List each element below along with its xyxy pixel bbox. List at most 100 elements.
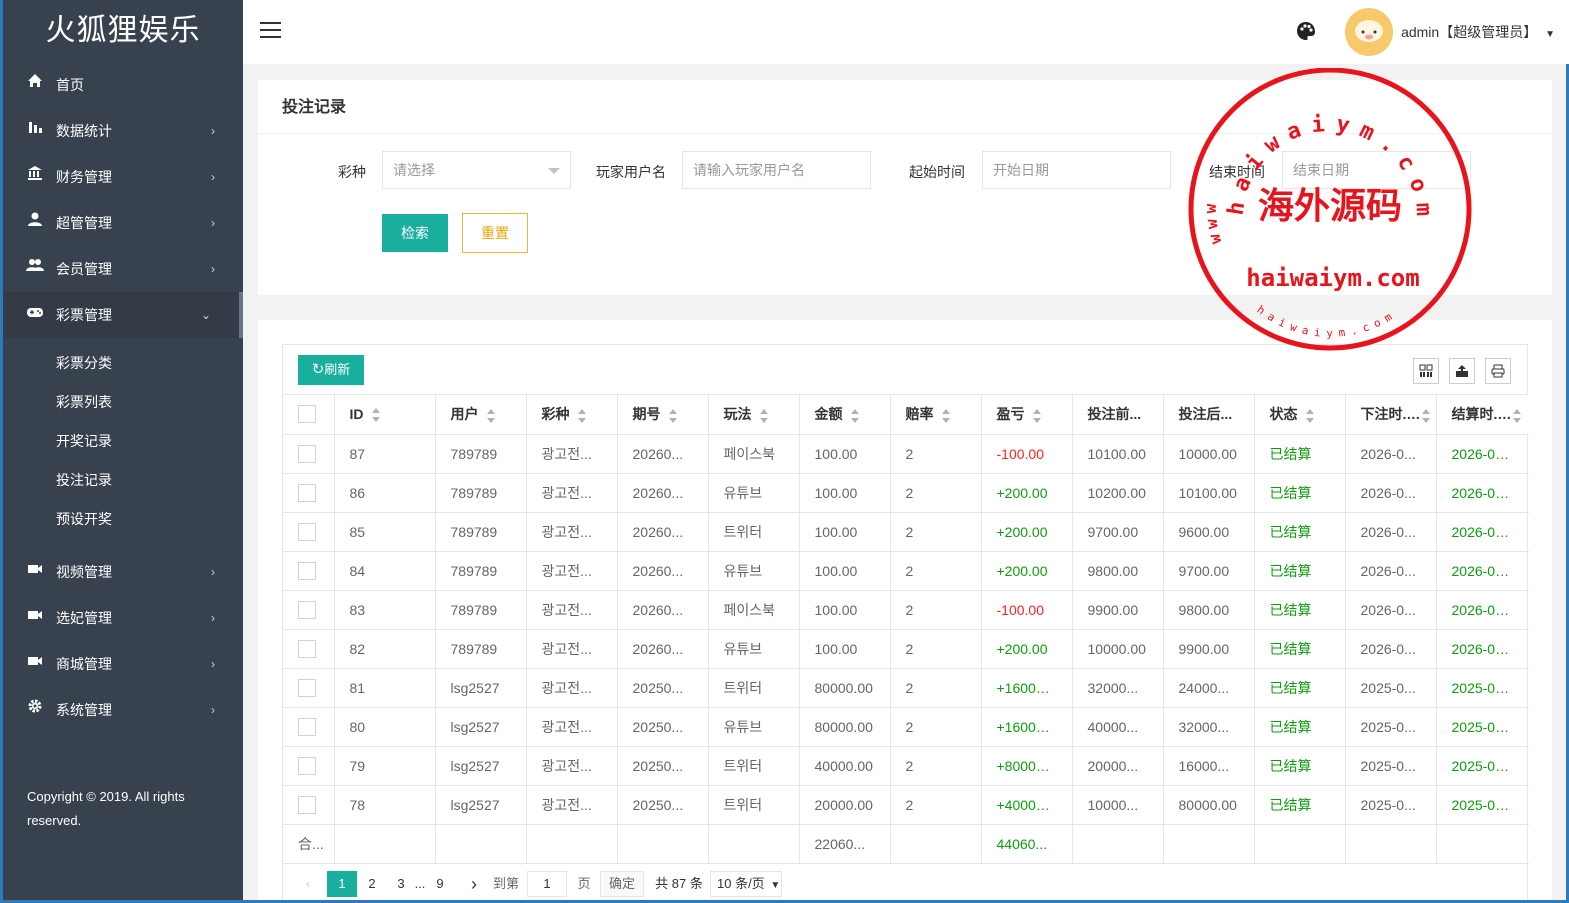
next-page-icon[interactable]: ›	[464, 871, 484, 897]
page-title: 投注记录	[258, 80, 1552, 134]
sort-icon[interactable]	[1422, 408, 1431, 423]
table-row[interactable]: 80 lsg2527 광고전... 20250... 유튜브 80000.00 2 +1600…	[283, 707, 1529, 747]
table-cell: 2026-0...	[1345, 590, 1437, 630]
column-header[interactable]: 投注前...	[1072, 395, 1164, 435]
column-header[interactable]: 下注时...	[1345, 395, 1437, 435]
lottery-select[interactable]: 请选择	[382, 151, 571, 189]
sidebar-item-super-admin[interactable]: 超管管理 ›	[3, 200, 243, 246]
page-button[interactable]: 9	[430, 871, 450, 897]
sidebar-item-finance[interactable]: 财务管理 ›	[3, 154, 243, 200]
page-button-current[interactable]: 1	[327, 871, 357, 897]
username-placeholder: 请输入玩家用户名	[693, 162, 805, 178]
column-header[interactable]: 用户	[435, 395, 527, 435]
page-button[interactable]: 3	[391, 871, 411, 897]
sort-icon[interactable]	[577, 408, 587, 423]
column-header[interactable]: 状态	[1254, 395, 1346, 435]
total-profit: 44060...	[981, 824, 1073, 864]
sidebar-item-lottery[interactable]: 彩票管理 ⌄	[3, 292, 243, 338]
table-row[interactable]: 86 789789 광고전... 20260... 유튜브 100.00 2 +200.00 1…	[283, 473, 1529, 513]
palette-icon[interactable]	[1295, 20, 1317, 42]
table-row[interactable]: 82 789789 광고전... 20260... 유튜브 100.00 2 +200.00 1…	[283, 629, 1529, 669]
column-header[interactable]: 彩种	[526, 395, 618, 435]
refresh-button[interactable]: ↻刷新	[298, 355, 364, 385]
goto-confirm-button[interactable]: 确定	[600, 871, 644, 897]
export-icon[interactable]	[1449, 358, 1475, 384]
sidebar-item-members[interactable]: 会员管理 ›	[3, 246, 243, 292]
sort-icon[interactable]	[1513, 408, 1522, 423]
username-input[interactable]: 请输入玩家用户名	[682, 151, 871, 189]
table-row[interactable]: 85 789789 광고전... 20260... 트위터 100.00 2 +200.00 9…	[283, 512, 1529, 552]
column-header[interactable]: 玩法	[708, 395, 800, 435]
submenu-bet-records[interactable]: 投注记录	[3, 461, 243, 500]
table-row[interactable]: 87 789789 광고전... 20260... 페이스북 100.00 2 -100.00…	[283, 434, 1529, 474]
row-checkbox[interactable]	[298, 600, 316, 619]
table-cell: 86	[334, 473, 436, 513]
reset-button[interactable]: 重置	[462, 213, 528, 253]
column-header[interactable]: ID	[334, 395, 436, 435]
sort-icon[interactable]	[668, 408, 678, 423]
sort-icon[interactable]	[759, 408, 769, 423]
user-name-label: admin【超级管理员】	[1401, 24, 1538, 40]
select-all-checkbox[interactable]	[298, 405, 316, 424]
column-header[interactable]: 结算时...	[1436, 395, 1529, 435]
column-header[interactable]: 金额	[799, 395, 891, 435]
prev-page-icon[interactable]: ‹	[298, 871, 318, 897]
avatar[interactable]	[1345, 8, 1393, 56]
row-checkbox[interactable]	[298, 444, 316, 463]
table-row[interactable]: 84 789789 광고전... 20260... 유튜브 100.00 2 +200.00 9…	[283, 551, 1529, 591]
goto-page-input[interactable]: 1	[527, 871, 567, 897]
sort-icon[interactable]	[486, 408, 496, 423]
sidebar-item-statistics[interactable]: 数据统计 ›	[3, 108, 243, 154]
sidebar-item-system[interactable]: 系统管理 ›	[3, 687, 243, 733]
table-row[interactable]: 81 lsg2527 광고전... 20250... 트위터 80000.00 2 +1600…	[283, 668, 1529, 708]
column-header[interactable]: 赔率	[890, 395, 982, 435]
table-row[interactable]: 78 lsg2527 광고전... 20250... 트위터 20000.00 2 +4000…	[283, 785, 1529, 825]
table-cell: 2026-06-03	[1436, 629, 1529, 669]
sort-icon[interactable]	[1032, 408, 1042, 423]
table-cell: 9600.00	[1163, 512, 1255, 552]
start-date-input[interactable]: 开始日期	[982, 151, 1171, 189]
sort-icon[interactable]	[941, 408, 951, 423]
table-row[interactable]: 83 789789 광고전... 20260... 페이스북 100.00 2 -100.00…	[283, 590, 1529, 630]
sidebar-item-video[interactable]: 视频管理 ›	[3, 549, 243, 595]
app-logo[interactable]: 火狐狸娱乐	[3, 0, 243, 62]
row-checkbox[interactable]	[298, 522, 316, 541]
submenu-draw-records[interactable]: 开奖记录	[3, 422, 243, 461]
submenu-lottery-category[interactable]: 彩票分类	[3, 344, 243, 383]
row-checkbox[interactable]	[298, 639, 316, 658]
row-checkbox[interactable]	[298, 483, 316, 502]
column-header[interactable]: 盈亏	[981, 395, 1073, 435]
row-checkbox[interactable]	[298, 756, 316, 775]
submenu-lottery-list[interactable]: 彩票列表	[3, 383, 243, 422]
row-checkbox[interactable]	[298, 678, 316, 697]
user-menu[interactable]: admin【超级管理员】 ▼	[1401, 22, 1555, 42]
page-button[interactable]: 2	[362, 871, 382, 897]
sort-icon[interactable]	[1305, 408, 1315, 423]
row-checkbox[interactable]	[298, 561, 316, 580]
submenu-preset-draw[interactable]: 预设开奖	[3, 500, 243, 539]
column-header[interactable]: 投注后...	[1163, 395, 1255, 435]
table-row[interactable]: 79 lsg2527 광고전... 20250... 트위터 40000.00 2 +8000…	[283, 746, 1529, 786]
table-cell: 2026-0...	[1345, 551, 1437, 591]
table-cell: 10200.00	[1072, 473, 1164, 513]
table-cell: 80	[334, 707, 436, 747]
row-checkbox[interactable]	[298, 717, 316, 736]
search-button[interactable]: 检索	[382, 214, 448, 252]
row-checkbox[interactable]	[298, 795, 316, 814]
print-icon[interactable]	[1485, 358, 1511, 384]
table-cell: 80000.00	[799, 707, 891, 747]
table-cell: +200.00	[981, 629, 1073, 669]
table-cell: 20250...	[617, 707, 709, 747]
sort-icon[interactable]	[850, 408, 860, 423]
menu-toggle-icon[interactable]	[260, 22, 281, 40]
end-date-input[interactable]: 结束日期	[1282, 151, 1471, 189]
sidebar-item-concubine[interactable]: 选妃管理 ›	[3, 595, 243, 641]
sidebar-item-home[interactable]: 首页	[3, 62, 243, 108]
column-header[interactable]: 期号	[617, 395, 709, 435]
sort-icon[interactable]	[371, 408, 381, 423]
sidebar-item-mall[interactable]: 商城管理 ›	[3, 641, 243, 687]
copyright-line: Copyright © 2019. All rights	[27, 789, 185, 804]
columns-filter-icon[interactable]	[1413, 358, 1439, 384]
table-cell: 已结算	[1254, 473, 1346, 513]
page-size-select[interactable]: 10 条/页 ▼	[710, 871, 782, 897]
